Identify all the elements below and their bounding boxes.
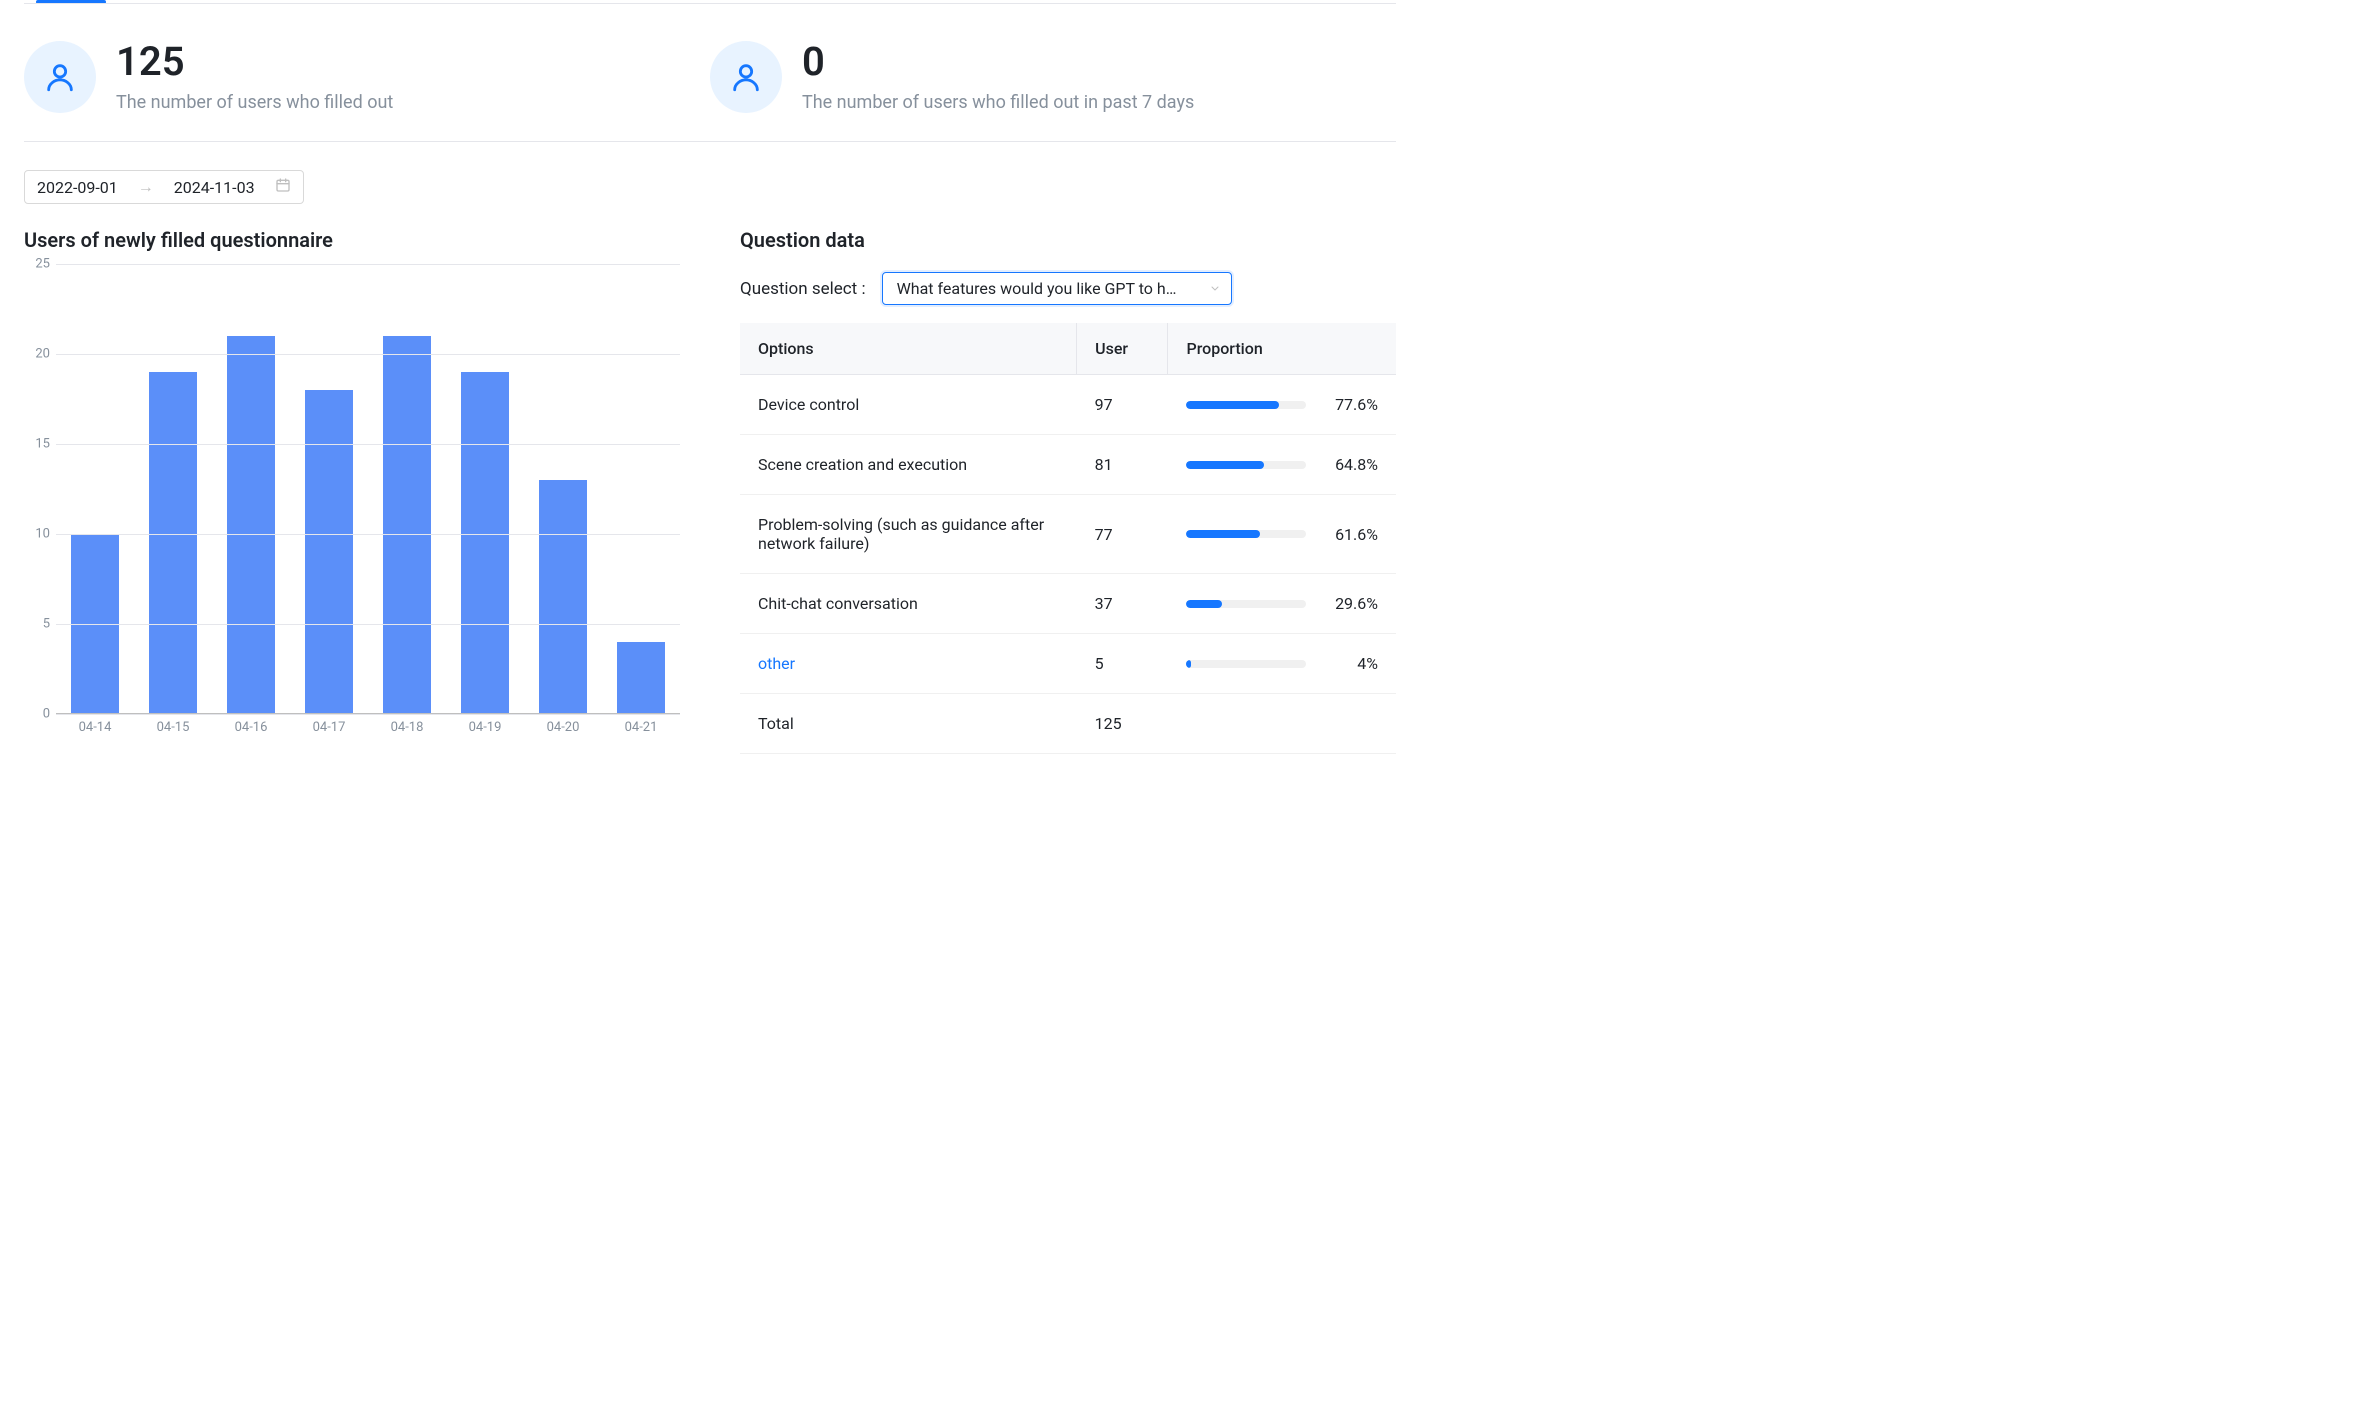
chart-bar — [149, 372, 197, 714]
chart-x-tick-label: 04-14 — [56, 720, 134, 735]
users-bar-chart: 0510152025 04-1404-1504-1604-1704-1804-1… — [24, 264, 680, 764]
table-cell-proportion: 29.6% — [1168, 574, 1396, 634]
table-cell-user: 97 — [1077, 375, 1168, 435]
chart-x-tick-label: 04-18 — [368, 720, 446, 735]
chart-y-tick-label: 15 — [24, 437, 50, 452]
table-row-total: Total125 — [740, 694, 1396, 754]
chart-gridline — [56, 624, 680, 625]
proportion-bar — [1186, 600, 1306, 608]
user-icon — [710, 41, 782, 113]
chart-x-tick-label: 04-16 — [212, 720, 290, 735]
table-cell-user: 37 — [1077, 574, 1168, 634]
chart-gridline — [56, 354, 680, 355]
table-cell-proportion: 4% — [1168, 634, 1396, 694]
chart-x-tick-label: 04-15 — [134, 720, 212, 735]
question-select[interactable]: What features would you like GPT to h… — [882, 272, 1232, 305]
table-cell-total-label: Total — [740, 694, 1077, 754]
table-cell-proportion: 64.8% — [1168, 435, 1396, 495]
chart-y-tick-label: 20 — [24, 347, 50, 362]
question-data-title: Question data — [740, 228, 1396, 252]
table-cell-user: 5 — [1077, 634, 1168, 694]
chart-bar-slot — [290, 264, 368, 714]
chart-gridline — [56, 444, 680, 445]
stat-recent-label: The number of users who filled out in pa… — [802, 92, 1194, 113]
tab-underline — [24, 3, 1396, 4]
table-row: Device control97 77.6% — [740, 375, 1396, 435]
proportion-bar — [1186, 401, 1306, 409]
chart-bar-slot — [368, 264, 446, 714]
chart-gridline — [56, 534, 680, 535]
chart-bar — [539, 480, 587, 714]
proportion-bar — [1186, 660, 1306, 668]
chart-bar — [227, 336, 275, 714]
table-cell-user: 77 — [1077, 495, 1168, 574]
proportion-percent: 64.8% — [1320, 455, 1378, 474]
table-row: Scene creation and execution81 64.8% — [740, 435, 1396, 495]
stat-total-users: 125 The number of users who filled out — [24, 40, 710, 113]
question-data-table: Options User Proportion Device control97… — [740, 323, 1396, 754]
chart-bar — [305, 390, 353, 714]
proportion-percent: 4% — [1320, 654, 1378, 673]
table-row: Problem-solving (such as guidance after … — [740, 495, 1396, 574]
stat-recent-users: 0 The number of users who filled out in … — [710, 40, 1396, 113]
date-range-end: 2024-11-03 — [174, 178, 255, 197]
table-cell-total-user: 125 — [1077, 694, 1168, 754]
chart-x-tick-label: 04-20 — [524, 720, 602, 735]
chart-title: Users of newly filled questionnaire — [24, 228, 680, 252]
date-range-picker[interactable]: 2022-09-01 → 2024-11-03 — [24, 170, 304, 204]
chart-bar — [383, 336, 431, 714]
table-header-options: Options — [740, 323, 1077, 375]
chart-bar-slot — [602, 264, 680, 714]
calendar-icon — [275, 177, 291, 197]
table-cell-proportion: 61.6% — [1168, 495, 1396, 574]
chart-bar — [461, 372, 509, 714]
proportion-percent: 77.6% — [1320, 395, 1378, 414]
chart-x-tick-label: 04-19 — [446, 720, 524, 735]
proportion-bar — [1186, 530, 1306, 538]
chart-y-tick-label: 25 — [24, 257, 50, 272]
table-cell-user: 81 — [1077, 435, 1168, 495]
chevron-down-icon — [1209, 279, 1221, 298]
chart-y-tick-label: 5 — [24, 617, 50, 632]
chart-bar — [617, 642, 665, 714]
table-row: Chit-chat conversation37 29.6% — [740, 574, 1396, 634]
proportion-bar — [1186, 461, 1306, 469]
chart-bar-slot — [524, 264, 602, 714]
chart-y-tick-label: 0 — [24, 707, 50, 722]
stat-total-label: The number of users who filled out — [116, 92, 393, 113]
user-icon — [24, 41, 96, 113]
proportion-percent: 29.6% — [1320, 594, 1378, 613]
stat-total-value: 125 — [116, 40, 393, 84]
table-cell-option: Scene creation and execution — [740, 435, 1077, 495]
table-row: other5 4% — [740, 634, 1396, 694]
question-select-label: Question select : — [740, 279, 866, 299]
table-cell-proportion: 77.6% — [1168, 375, 1396, 435]
date-range-start: 2022-09-01 — [37, 178, 118, 197]
chart-bar-slot — [134, 264, 212, 714]
chart-y-tick-label: 10 — [24, 527, 50, 542]
chart-bar-slot — [212, 264, 290, 714]
chart-x-tick-label: 04-17 — [290, 720, 368, 735]
chart-gridline — [56, 264, 680, 265]
chart-gridline — [56, 714, 680, 715]
table-cell-option: Problem-solving (such as guidance after … — [740, 495, 1077, 574]
table-cell-total-proportion — [1168, 694, 1396, 754]
table-cell-option: Device control — [740, 375, 1077, 435]
table-cell-option[interactable]: other — [740, 634, 1077, 694]
chart-x-tick-label: 04-21 — [602, 720, 680, 735]
proportion-percent: 61.6% — [1320, 525, 1378, 544]
chart-bar-slot — [56, 264, 134, 714]
table-header-user: User — [1077, 323, 1168, 375]
question-select-value: What features would you like GPT to h… — [897, 279, 1177, 298]
chart-bar-slot — [446, 264, 524, 714]
table-cell-option: Chit-chat conversation — [740, 574, 1077, 634]
arrow-right-icon: → — [138, 177, 154, 197]
stats-row: 125 The number of users who filled out 0… — [24, 12, 1396, 142]
stat-recent-value: 0 — [802, 40, 1194, 84]
table-header-proportion: Proportion — [1168, 323, 1396, 375]
